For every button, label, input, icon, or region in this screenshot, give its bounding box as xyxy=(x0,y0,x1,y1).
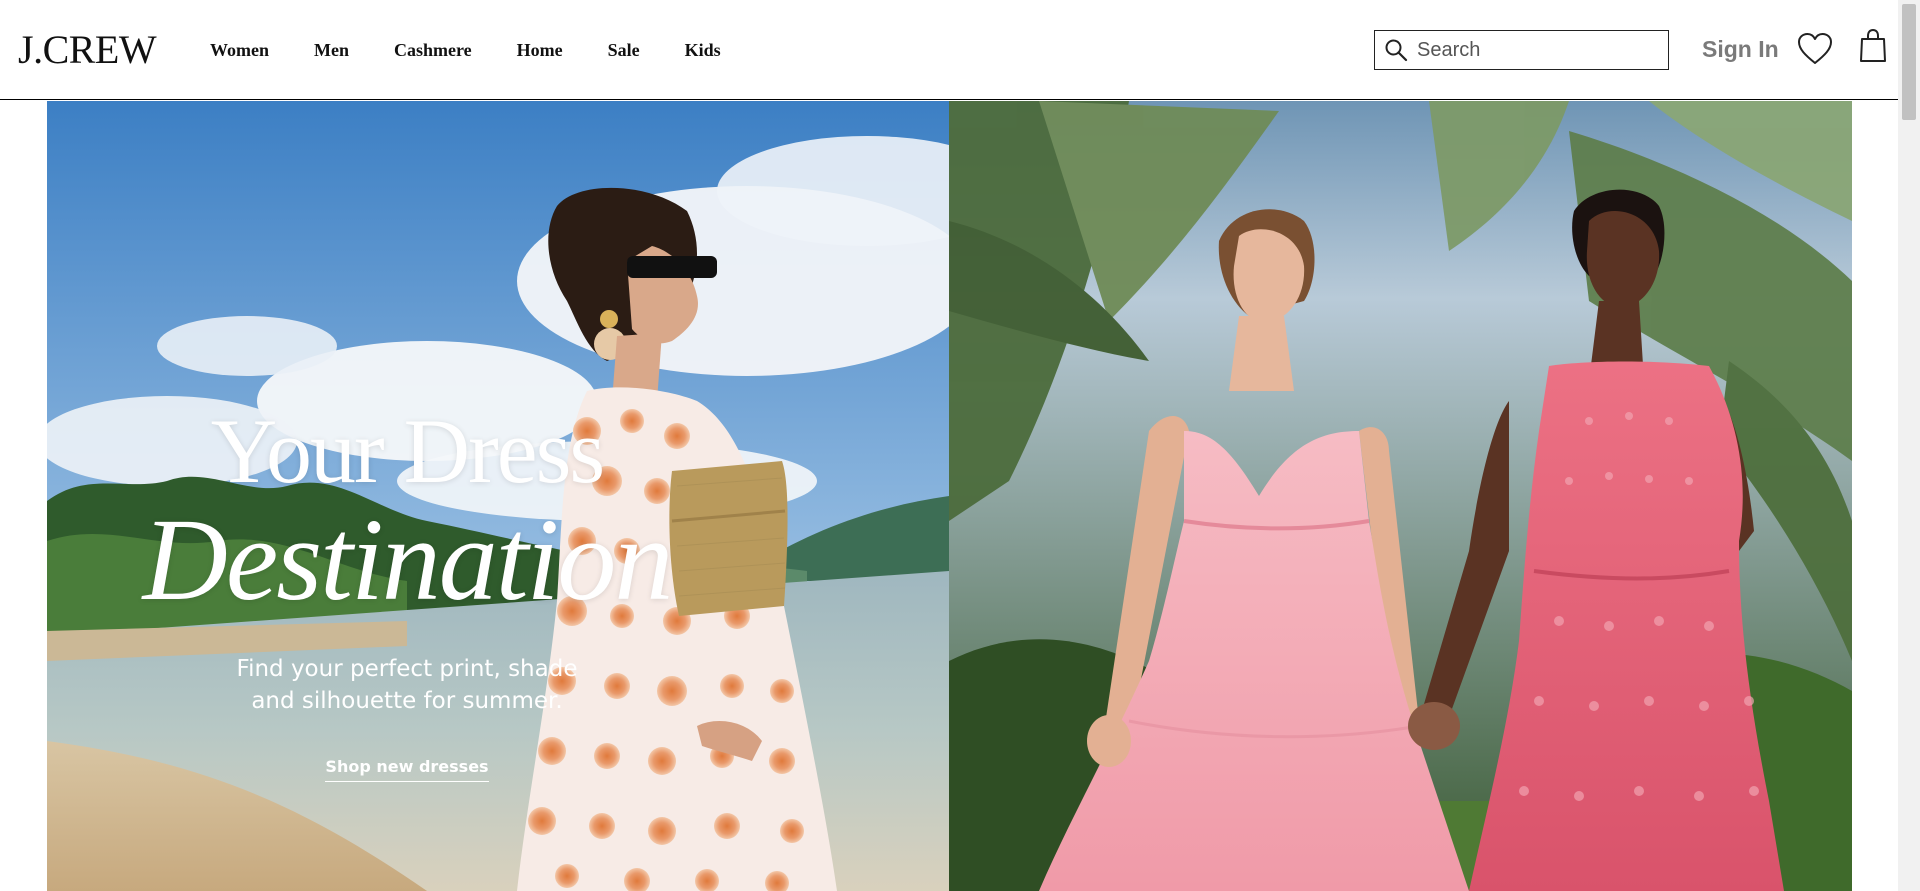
search-input[interactable] xyxy=(1417,38,1657,62)
hero-subline-2: and silhouette for summer. xyxy=(251,688,563,714)
sign-in-link[interactable]: Sign In xyxy=(1702,35,1779,63)
hero-banner[interactable]: Your Dress Destination Find your perfect… xyxy=(47,101,1852,891)
nav-kids[interactable]: Kids xyxy=(685,38,721,62)
search-bar[interactable] xyxy=(1374,30,1669,70)
shopping-bag-icon[interactable] xyxy=(1859,28,1887,64)
main-nav: Women Men Cashmere Home Sale Kids xyxy=(210,38,766,62)
brand-logo[interactable]: J.CREW xyxy=(18,28,157,72)
nav-cashmere[interactable]: Cashmere xyxy=(394,38,472,62)
scrollbar-thumb[interactable] xyxy=(1902,4,1916,120)
shop-new-dresses-link[interactable]: Shop new dresses xyxy=(325,757,489,782)
page-scrollbar[interactable] xyxy=(1898,0,1920,891)
hero-image-dresses[interactable] xyxy=(949,101,1852,891)
hero-text-block: Your Dress Destination Find your perfect… xyxy=(127,401,687,782)
hero-subline-1: Find your perfect print, shade xyxy=(236,656,578,682)
nav-women[interactable]: Women xyxy=(210,38,269,62)
heart-icon[interactable] xyxy=(1797,32,1833,66)
nav-home[interactable]: Home xyxy=(517,38,563,62)
site-header: J.CREW Women Men Cashmere Home Sale Kids… xyxy=(0,0,1898,100)
nav-men[interactable]: Men xyxy=(314,38,349,62)
nav-sale[interactable]: Sale xyxy=(608,38,640,62)
hero-headline-line2: Destination xyxy=(142,494,674,625)
hero-headline-line1: Your Dress xyxy=(210,400,605,502)
search-icon[interactable] xyxy=(1375,31,1417,69)
hero-image-beach[interactable]: Your Dress Destination Find your perfect… xyxy=(47,101,949,891)
dresses-photo xyxy=(949,101,1852,891)
